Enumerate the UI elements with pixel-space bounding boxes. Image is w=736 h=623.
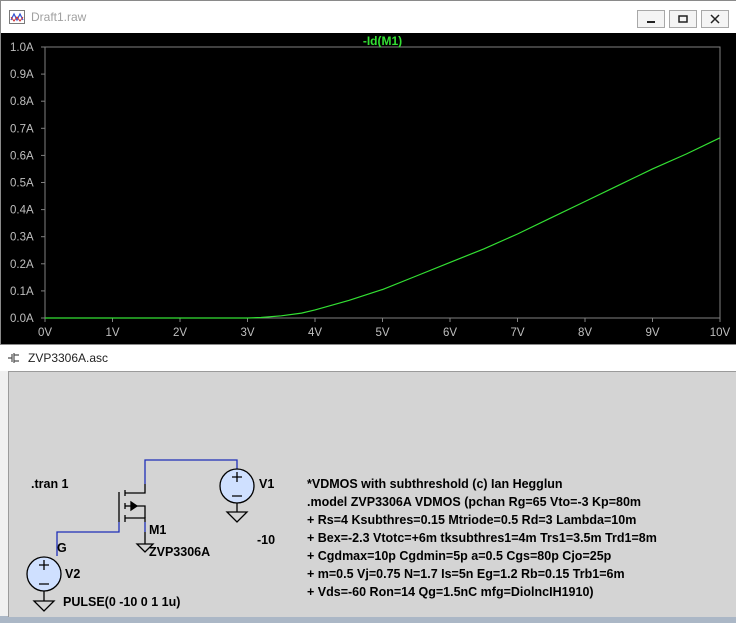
y-tick-label: 1.0A bbox=[10, 42, 34, 54]
model-line: + Rs=4 Ksubthres=0.15 Mtriode=0.5 Rd=3 L… bbox=[307, 513, 636, 527]
x-tick-label: 1V bbox=[105, 327, 119, 339]
x-tick-label: 7V bbox=[510, 327, 524, 339]
y-tick-label: 0.4A bbox=[10, 205, 34, 217]
model-line: + Bex=-2.3 Vtotc=+6m tksubthres1=4m Trs1… bbox=[307, 531, 657, 545]
y-tick-label: 0.6A bbox=[10, 150, 34, 162]
plot-frame bbox=[44, 46, 721, 319]
y-tick-label: 0.3A bbox=[10, 232, 34, 244]
node-label-g[interactable]: G bbox=[57, 541, 67, 555]
v1-label[interactable]: V1 bbox=[259, 477, 274, 491]
x-tick-label: 5V bbox=[375, 327, 389, 339]
waveform-app-icon bbox=[9, 10, 25, 24]
m1-model-label[interactable]: ZVP3306A bbox=[149, 545, 210, 559]
schematic-drawing[interactable]: .tran 1 G V1 -10 M1 ZVP3306A V2 PULSE(0 … bbox=[9, 372, 736, 618]
v1-voltage-source-icon[interactable] bbox=[219, 468, 255, 523]
x-tick-label: 8V bbox=[578, 327, 592, 339]
close-icon bbox=[710, 14, 720, 24]
schematic-window: ZVP3306A.asc .tran 1 G V1 -10 M1 ZVP3306… bbox=[0, 344, 736, 617]
model-directive[interactable]: *VDMOS with subthreshold (c) Ian Hegglun… bbox=[307, 477, 657, 599]
waveform-close-button[interactable] bbox=[701, 10, 729, 28]
y-tick-label: 0.2A bbox=[10, 259, 34, 271]
y-tick-label: 0.0A bbox=[10, 313, 34, 325]
y-tick-label: 0.8A bbox=[10, 96, 34, 108]
minimize-icon bbox=[647, 21, 655, 23]
y-tick-label: 0.1A bbox=[10, 286, 34, 298]
waveform-window-title: Draft1.raw bbox=[31, 10, 87, 24]
v1-value[interactable]: -10 bbox=[257, 533, 275, 547]
chart-title: -Id(M1) bbox=[363, 34, 402, 48]
schematic-app-icon bbox=[8, 353, 19, 363]
waveform-restore-button[interactable] bbox=[669, 10, 697, 28]
waveform-minimize-button[interactable] bbox=[637, 10, 665, 28]
model-line: .model ZVP3306A VDMOS (pchan Rg=65 Vto=-… bbox=[307, 495, 641, 509]
x-tick-label: 10V bbox=[710, 327, 731, 339]
x-tick-label: 6V bbox=[443, 327, 457, 339]
m1-pmos-transistor-icon[interactable] bbox=[118, 484, 155, 553]
x-tick-label: 4V bbox=[308, 327, 322, 339]
model-line: + Vds=-60 Ron=14 Qg=1.5nC mfg=DiolncIH19… bbox=[307, 585, 594, 599]
schematic-canvas[interactable]: .tran 1 G V1 -10 M1 ZVP3306A V2 PULSE(0 … bbox=[8, 371, 736, 617]
x-tick-label: 0V bbox=[38, 327, 52, 339]
v2-voltage-source-icon[interactable] bbox=[26, 556, 62, 612]
m1-label[interactable]: M1 bbox=[149, 523, 166, 537]
waveform-window: Draft1.raw 0.0A 0.1A 0.2A 0.3A 0.4A 0.5A 0.6A 0… bbox=[0, 0, 736, 346]
y-tick-label: 0.9A bbox=[10, 69, 34, 81]
waveform-title-bar[interactable]: Draft1.raw bbox=[1, 1, 736, 33]
model-line: + Cgdmax=10p Cgdmin=5p a=0.5 Cgs=80p Cjo… bbox=[307, 549, 612, 563]
y-tick-label: 0.7A bbox=[10, 123, 34, 135]
model-line: + m=0.5 Vj=0.75 N=1.7 Is=5n Eg=1.2 Rb=0.… bbox=[307, 567, 625, 581]
x-tick-label: 9V bbox=[645, 327, 659, 339]
x-tick-label: 2V bbox=[173, 327, 187, 339]
model-line: *VDMOS with subthreshold (c) Ian Hegglun bbox=[307, 477, 563, 491]
series-line bbox=[45, 137, 721, 319]
y-tick-label: 0.5A bbox=[10, 178, 34, 190]
x-tick-label: 3V bbox=[240, 327, 254, 339]
waveform-plot-area[interactable]: 0.0A 0.1A 0.2A 0.3A 0.4A 0.5A 0.6A 0.7A 0.8A 0.9A… bbox=[1, 33, 736, 346]
tran-directive[interactable]: .tran 1 bbox=[31, 477, 69, 491]
schematic-wires bbox=[56, 459, 238, 556]
waveform-chart[interactable]: 0.0A 0.1A 0.2A 0.3A 0.4A 0.5A 0.6A 0.7A 0.8A 0.9A… bbox=[1, 33, 736, 346]
v2-value[interactable]: PULSE(0 -10 0 1 1u) bbox=[63, 595, 180, 609]
restore-icon bbox=[678, 15, 688, 23]
v2-label[interactable]: V2 bbox=[65, 567, 80, 581]
schematic-title-bar[interactable]: ZVP3306A.asc bbox=[0, 345, 736, 371]
schematic-window-title: ZVP3306A.asc bbox=[28, 351, 109, 365]
